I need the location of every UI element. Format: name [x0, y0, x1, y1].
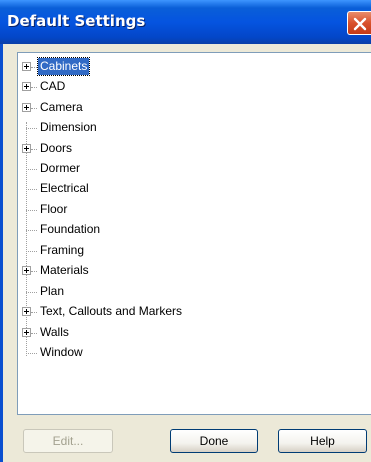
tree-item-label[interactable]: Plan	[38, 283, 66, 300]
window-title: Default Settings	[7, 12, 146, 30]
tree-item-label[interactable]: Camera	[38, 99, 85, 116]
tree-item-label[interactable]: CAD	[38, 78, 67, 95]
title-bar[interactable]: Default Settings	[0, 0, 371, 44]
tree-item-label[interactable]: Framing	[38, 242, 86, 259]
tree-item-floor[interactable]: Floor	[18, 200, 368, 220]
expand-icon[interactable]	[22, 144, 31, 153]
tree-item-label[interactable]: Window	[38, 344, 85, 361]
help-button[interactable]: Help	[278, 429, 367, 453]
tree-branch-line	[26, 353, 37, 354]
tree-branch-line	[31, 108, 37, 109]
tree-item-materials[interactable]: Materials	[18, 261, 368, 281]
tree-item-dimension[interactable]: Dimension	[18, 118, 368, 138]
tree-item-label[interactable]: Dormer	[38, 160, 82, 177]
tree-branch-line	[26, 189, 37, 190]
tree-item-label[interactable]: Doors	[38, 140, 74, 157]
tree-branch-line	[26, 169, 37, 170]
expand-icon[interactable]	[22, 62, 31, 71]
tree-item-camera[interactable]: Camera	[18, 98, 368, 118]
tree-item-plan[interactable]: Plan	[18, 282, 368, 302]
tree-branch-line	[31, 67, 37, 68]
done-button[interactable]: Done	[170, 429, 258, 453]
tree-item-framing[interactable]: Framing	[18, 241, 368, 261]
tree-item-label[interactable]: Text, Callouts and Markers	[38, 303, 184, 320]
tree-branch-line	[26, 292, 37, 293]
close-icon	[353, 17, 367, 31]
tree-item-text-callouts-markers[interactable]: Text, Callouts and Markers	[18, 302, 368, 322]
tree-branch-line	[31, 149, 37, 150]
tree-branch-line	[31, 333, 37, 334]
expand-icon[interactable]	[22, 307, 31, 316]
settings-tree[interactable]: Cabinets CAD Camera Dimension Doors Dorm…	[17, 52, 371, 415]
expand-icon[interactable]	[22, 82, 31, 91]
tree-item-window[interactable]: Window	[18, 343, 368, 363]
expand-icon[interactable]	[22, 266, 31, 275]
tree-item-foundation[interactable]: Foundation	[18, 220, 368, 240]
tree-item-doors[interactable]: Doors	[18, 139, 368, 159]
window-frame-left	[0, 44, 3, 462]
tree-branch-line	[31, 271, 37, 272]
tree-branch-line	[31, 312, 37, 313]
tree-item-label[interactable]: Walls	[38, 324, 71, 341]
edit-button: Edit...	[23, 429, 113, 453]
tree-item-label[interactable]: Electrical	[38, 180, 91, 197]
tree-item-label[interactable]: Cabinets	[36, 57, 91, 76]
tree-item-label[interactable]: Floor	[38, 201, 69, 218]
tree-branch-line	[31, 87, 37, 88]
tree-branch-line	[26, 251, 37, 252]
tree-item-label[interactable]: Materials	[38, 262, 91, 279]
tree-item-label[interactable]: Foundation	[38, 221, 102, 238]
tree-item-label[interactable]: Dimension	[38, 119, 99, 136]
tree-item-cabinets[interactable]: Cabinets	[18, 57, 368, 77]
tree-item-walls[interactable]: Walls	[18, 323, 368, 343]
close-button[interactable]	[347, 11, 371, 35]
expand-icon[interactable]	[22, 103, 31, 112]
tree-item-cad[interactable]: CAD	[18, 77, 368, 97]
tree-item-dormer[interactable]: Dormer	[18, 159, 368, 179]
tree-branch-line	[26, 128, 37, 129]
tree-branch-line	[26, 210, 37, 211]
expand-icon[interactable]	[22, 328, 31, 337]
tree-branch-line	[26, 230, 37, 231]
tree-item-electrical[interactable]: Electrical	[18, 179, 368, 199]
